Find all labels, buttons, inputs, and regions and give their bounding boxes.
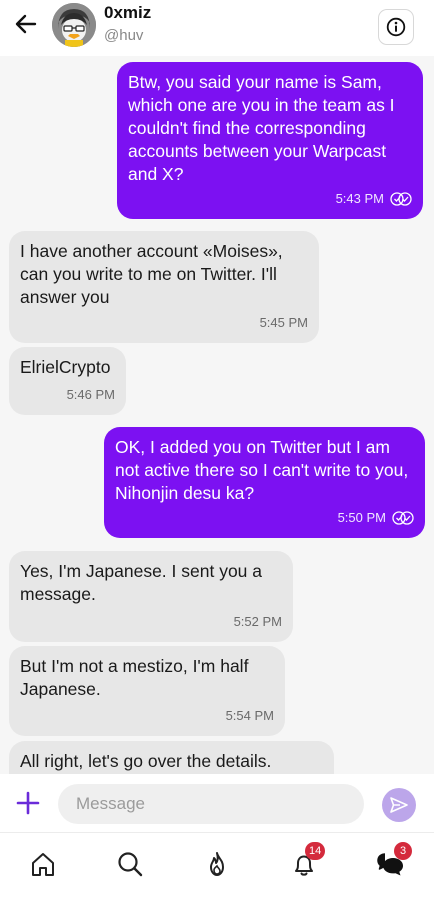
message-outgoing[interactable]: Btw, you said your name is Sam, which on… bbox=[117, 62, 423, 219]
info-icon bbox=[386, 17, 406, 37]
message-meta: 5:45 PM bbox=[260, 311, 308, 334]
chat-header: 0xmiz @huv bbox=[0, 0, 434, 56]
send-button[interactable] bbox=[382, 788, 416, 822]
message-time: 5:50 PM bbox=[337, 510, 386, 525]
messages-badge: 3 bbox=[394, 842, 412, 860]
message-text: Btw, you said your name is Sam, which on… bbox=[128, 72, 395, 184]
message-meta: 5:43 PM bbox=[336, 187, 412, 210]
message-composer bbox=[0, 774, 434, 832]
notifications-badge: 14 bbox=[305, 842, 326, 860]
back-arrow-icon[interactable] bbox=[12, 10, 40, 38]
message-meta: 5:54 PM bbox=[226, 704, 274, 727]
message-input[interactable] bbox=[58, 784, 364, 824]
message-time: 5:52 PM bbox=[233, 614, 282, 629]
nav-search[interactable] bbox=[115, 849, 145, 879]
flame-icon bbox=[210, 852, 224, 876]
message-meta: 5:52 PM bbox=[234, 610, 282, 633]
message-text: OK, I added you on Twitter but I am not … bbox=[115, 437, 409, 503]
message-outgoing[interactable]: OK, I added you on Twitter but I am not … bbox=[104, 427, 425, 538]
message-thread[interactable]: Btw, you said your name is Sam, which on… bbox=[0, 56, 434, 774]
add-attachment-button[interactable] bbox=[15, 790, 41, 816]
nav-trending[interactable] bbox=[202, 849, 232, 879]
message-meta: 5:46 PM bbox=[67, 383, 115, 406]
message-text: I have another account «Moises», can you… bbox=[20, 241, 283, 307]
message-incoming[interactable]: All right, let's go over the details. bbox=[9, 741, 334, 774]
message-text: All right, let's go over the details. bbox=[20, 751, 272, 771]
message-time: 5:54 PM bbox=[225, 708, 274, 723]
user-handle: @huv bbox=[104, 27, 144, 44]
avatar[interactable] bbox=[52, 3, 96, 47]
message-time: 5:46 PM bbox=[66, 387, 115, 402]
bottom-nav: 14 3 bbox=[0, 832, 434, 898]
home-icon bbox=[32, 853, 54, 876]
message-incoming[interactable]: Yes, I'm Japanese. I sent you a message.… bbox=[9, 551, 293, 642]
message-time: 5:45 PM bbox=[259, 315, 308, 330]
read-receipt-icon bbox=[390, 191, 412, 206]
plus-icon bbox=[16, 791, 40, 815]
search-icon bbox=[118, 852, 143, 877]
read-receipt-icon bbox=[392, 510, 414, 525]
message-incoming[interactable]: ElrielCrypto 5:46 PM bbox=[9, 347, 126, 415]
message-text: ElrielCrypto bbox=[20, 357, 111, 377]
message-text: Yes, I'm Japanese. I sent you a message. bbox=[20, 561, 263, 604]
message-incoming[interactable]: I have another account «Moises», can you… bbox=[9, 231, 319, 343]
send-icon bbox=[390, 797, 408, 813]
message-text: But I'm not a mestizo, I'm half Japanese… bbox=[20, 656, 249, 699]
message-meta: 5:50 PM bbox=[338, 506, 414, 529]
nav-home[interactable] bbox=[28, 849, 58, 879]
info-button[interactable] bbox=[378, 9, 414, 45]
message-time: 5:43 PM bbox=[335, 191, 384, 206]
message-incoming[interactable]: But I'm not a mestizo, I'm half Japanese… bbox=[9, 646, 285, 736]
page-title: 0xmiz bbox=[104, 3, 152, 22]
